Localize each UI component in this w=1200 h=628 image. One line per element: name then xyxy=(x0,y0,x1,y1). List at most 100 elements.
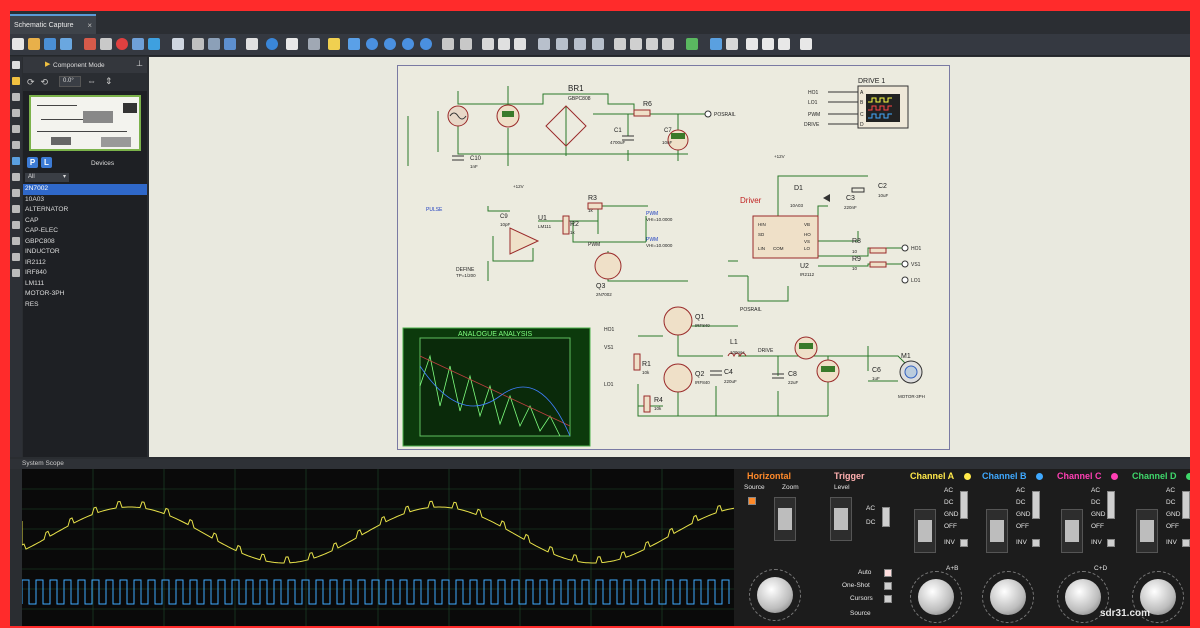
wire-label-icon[interactable] xyxy=(12,109,20,117)
scope-display[interactable] xyxy=(21,469,735,626)
sheet-icon[interactable] xyxy=(778,38,790,50)
device-list-item[interactable]: CAP-ELEC xyxy=(23,226,147,237)
tab-schematic-capture[interactable]: Schematic Capture × xyxy=(10,14,96,34)
origin-icon[interactable] xyxy=(148,38,160,50)
component-mode-icon[interactable] xyxy=(12,77,20,85)
schematic-canvas[interactable]: BR1 GBPC808 R6 C1 4700uF C7 10nF POSRAIL C10 1nF D… xyxy=(149,57,1190,457)
channel-a-volts-knob[interactable] xyxy=(918,579,954,615)
cursors-checkbox[interactable] xyxy=(884,595,892,603)
junction-icon[interactable] xyxy=(12,93,20,101)
library-manager-button[interactable]: L xyxy=(41,157,52,168)
channel-d-position-slider[interactable] xyxy=(1136,509,1158,553)
device-list-item[interactable]: IR2112 xyxy=(23,258,147,269)
channel-b-coupling-switch[interactable] xyxy=(1032,491,1040,519)
channel-c-inv-checkbox[interactable] xyxy=(1107,539,1115,547)
channel-d-inv-checkbox[interactable] xyxy=(1182,539,1190,547)
dots-grid-icon[interactable] xyxy=(308,38,320,50)
channel-c-volts-knob[interactable] xyxy=(1065,579,1101,615)
device-list-item[interactable]: 10A03 xyxy=(23,195,147,206)
import-icon[interactable] xyxy=(84,38,96,50)
undo-icon[interactable] xyxy=(442,38,454,50)
goto-icon[interactable] xyxy=(192,38,204,50)
block-rotate-icon[interactable] xyxy=(574,38,586,50)
grid-icon[interactable] xyxy=(132,38,144,50)
probe-icon[interactable] xyxy=(12,253,20,261)
source-a-radio[interactable] xyxy=(748,497,756,505)
one-shot-checkbox[interactable] xyxy=(884,582,892,590)
device-list-item[interactable]: LM111 xyxy=(23,279,147,290)
help-icon[interactable] xyxy=(266,38,278,50)
channel-b-inv-checkbox[interactable] xyxy=(1032,539,1040,547)
subcircuit-icon[interactable] xyxy=(12,157,20,165)
open-folder-icon[interactable] xyxy=(28,38,40,50)
pcb-icon[interactable] xyxy=(800,38,812,50)
new-file-icon[interactable] xyxy=(12,38,24,50)
device-list-item[interactable]: ALTERNATOR xyxy=(23,205,147,216)
channel-b-position-slider[interactable] xyxy=(986,509,1008,553)
zoom-in-icon[interactable] xyxy=(366,38,378,50)
channel-c-position-slider[interactable] xyxy=(1061,509,1083,553)
device-filter-select[interactable]: All ▾ xyxy=(25,173,69,182)
channel-a-position-slider[interactable] xyxy=(914,509,936,553)
tape-icon[interactable] xyxy=(12,221,20,229)
channel-c-coupling-switch[interactable] xyxy=(1107,491,1115,519)
bus-icon[interactable] xyxy=(12,141,20,149)
channel-b-volts-knob[interactable] xyxy=(990,579,1026,615)
auto-checkbox[interactable] xyxy=(884,569,892,577)
save-as-icon[interactable] xyxy=(60,38,72,50)
graph-icon[interactable] xyxy=(12,205,20,213)
text-script-icon[interactable] xyxy=(12,125,20,133)
bom-icon[interactable] xyxy=(746,38,758,50)
make-device-icon[interactable] xyxy=(630,38,642,50)
schematic-sheet[interactable]: BR1 GBPC808 R6 C1 4700uF C7 10nF POSRAIL C10 1nF D… xyxy=(397,65,950,450)
netlist-icon[interactable] xyxy=(686,38,698,50)
cut-icon[interactable] xyxy=(482,38,494,50)
horizontal-zoom-slider[interactable] xyxy=(774,497,796,541)
pick-device-button[interactable]: P xyxy=(27,157,38,168)
pin-panel-icon[interactable]: ⊥ xyxy=(136,59,143,68)
zoom-all-icon[interactable] xyxy=(402,38,414,50)
device-list-item[interactable]: CAP xyxy=(23,216,147,227)
record-icon[interactable] xyxy=(116,38,128,50)
pack-icon[interactable] xyxy=(646,38,658,50)
cross-icon[interactable] xyxy=(172,38,184,50)
device-list-item[interactable]: 2N7002 xyxy=(23,184,147,195)
overview-preview[interactable] xyxy=(29,95,141,151)
channel-a-coupling-switch[interactable] xyxy=(960,491,968,519)
terminal-icon[interactable] xyxy=(12,173,20,181)
rotate-ccw-icon[interactable]: ⟲ xyxy=(41,77,49,87)
component-icon[interactable] xyxy=(100,38,112,50)
instrument-icon[interactable] xyxy=(12,269,20,277)
generator-icon[interactable] xyxy=(12,237,20,245)
copy-icon[interactable] xyxy=(498,38,510,50)
move-icon[interactable] xyxy=(348,38,360,50)
close-icon[interactable]: × xyxy=(87,21,92,30)
device-list-item[interactable]: RES xyxy=(23,300,147,311)
zoom-out-icon[interactable] xyxy=(384,38,396,50)
device-list-item[interactable]: GBPC808 xyxy=(23,237,147,248)
block-copy-icon[interactable] xyxy=(538,38,550,50)
device-list-item[interactable]: MOTOR-3PH xyxy=(23,289,147,300)
flip-horizontal-icon[interactable]: ⇔ xyxy=(87,76,96,86)
device-list-item[interactable]: IRF840 xyxy=(23,268,147,279)
trigger-level-slider[interactable] xyxy=(830,497,852,541)
channel-a-inv-checkbox[interactable] xyxy=(960,539,968,547)
library-icon[interactable] xyxy=(246,38,258,50)
trigger-coupling-switch[interactable] xyxy=(882,507,890,527)
device-list-item[interactable]: INDUCTOR xyxy=(23,247,147,258)
block-delete-icon[interactable] xyxy=(592,38,604,50)
star-icon[interactable] xyxy=(328,38,340,50)
zoom-area-icon[interactable] xyxy=(420,38,432,50)
wire-icon[interactable] xyxy=(662,38,674,50)
save-icon[interactable] xyxy=(44,38,56,50)
report-icon[interactable] xyxy=(762,38,774,50)
search-icon[interactable] xyxy=(710,38,722,50)
pick-icon[interactable] xyxy=(614,38,626,50)
channel-d-coupling-switch[interactable] xyxy=(1182,491,1190,519)
block-move-icon[interactable] xyxy=(556,38,568,50)
pin-icon[interactable] xyxy=(12,189,20,197)
back-icon[interactable] xyxy=(208,38,220,50)
tools-icon[interactable] xyxy=(726,38,738,50)
paste-icon[interactable] xyxy=(514,38,526,50)
rotation-input[interactable]: 0.0° xyxy=(59,76,81,87)
